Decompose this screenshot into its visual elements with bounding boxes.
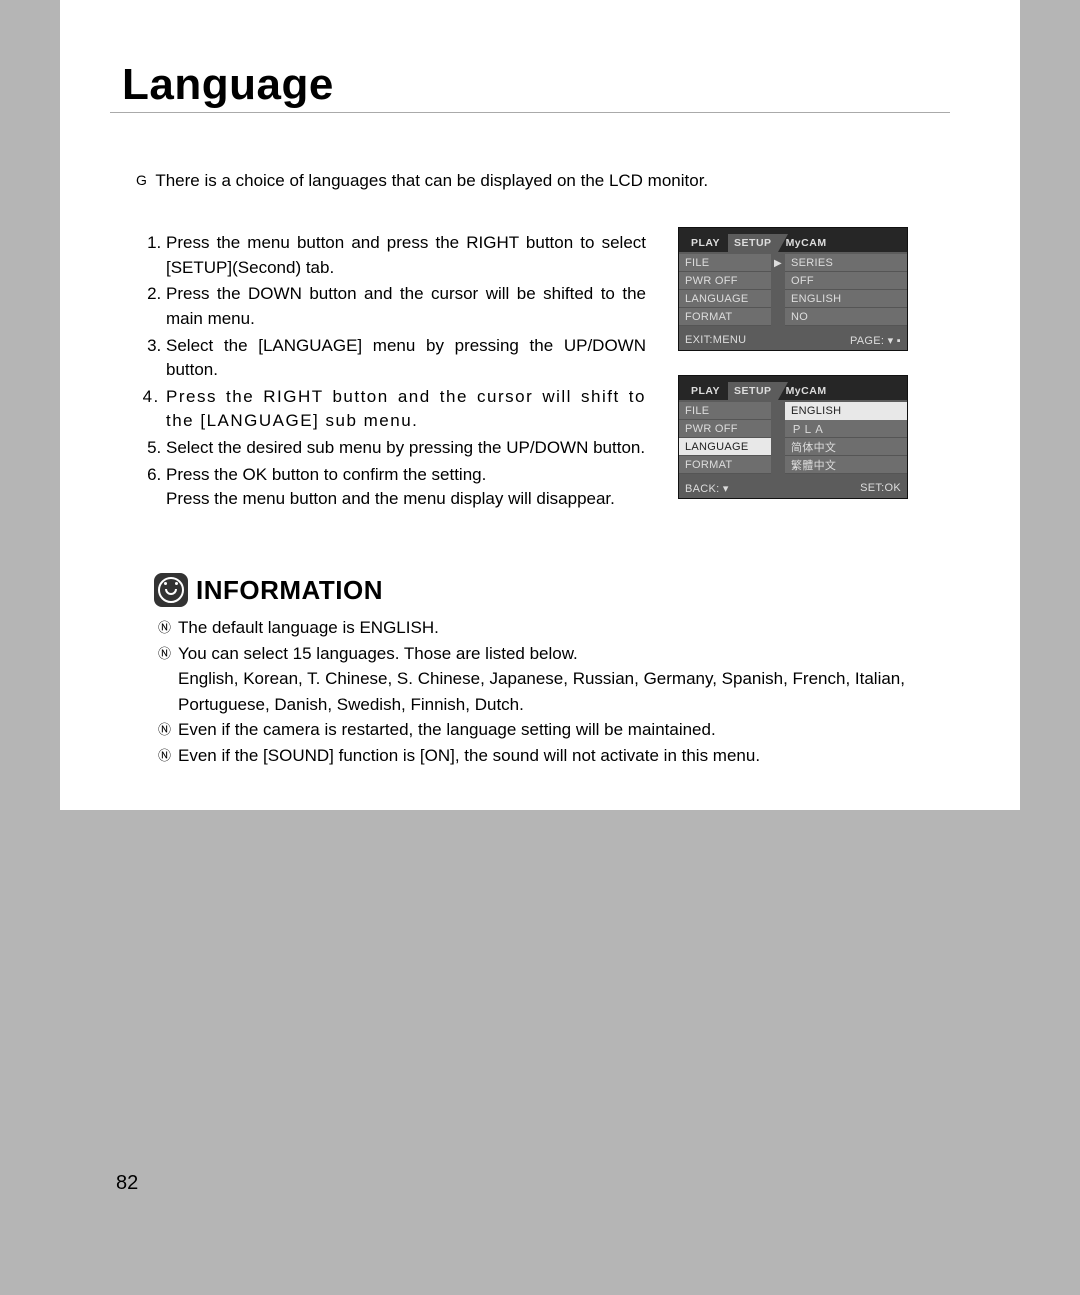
- lcd2-language-value: 简体中文: [785, 438, 907, 456]
- info-text-2-main: You can select 15 languages. Those are l…: [178, 644, 578, 663]
- lcd2-row-format: FORMAT 繁體中文: [679, 456, 907, 474]
- lcd2-file-value: ENGLISH: [785, 402, 907, 420]
- info-item-4: Ⓝ Even if the [SOUND] function is [ON], …: [158, 743, 950, 769]
- information-list: Ⓝ The default language is ENGLISH. Ⓝ You…: [158, 615, 950, 768]
- lcd2-foot-left: BACK: ▾: [685, 482, 729, 495]
- info-item-1: Ⓝ The default language is ENGLISH.: [158, 615, 950, 641]
- lcd1-format-value: NO: [785, 308, 907, 326]
- lcd1-spacer-3: [771, 308, 785, 326]
- lcd2-body: FILE ENGLISH PWR OFF ＰＬＡ LANGUAGE: [679, 400, 907, 498]
- lcd1-arrow-icon: ▶: [771, 254, 785, 272]
- lcd1-tabs: PLAY SETUP MyCAM: [679, 228, 907, 252]
- lcd2-pwroff-label: PWR OFF: [679, 420, 771, 438]
- lcd2-tabs: PLAY SETUP MyCAM: [679, 376, 907, 400]
- step-3: Select the [LANGUAGE] menu by pressing t…: [166, 334, 646, 383]
- lcd2-format-label: FORMAT: [679, 456, 771, 474]
- content-card: Language G There is a choice of language…: [60, 0, 1020, 810]
- information-title: INFORMATION: [196, 575, 383, 606]
- info-marker-icon: Ⓝ: [158, 644, 172, 721]
- lcd1-spacer-1: [771, 272, 785, 290]
- lcd1-row-file: FILE ▶ SERIES: [679, 254, 907, 272]
- lcd2-row-language: LANGUAGE 简体中文: [679, 438, 907, 456]
- lcd1-foot-right: PAGE: ▾ ▪: [850, 334, 901, 347]
- step-5: Select the desired sub menu by pressing …: [166, 436, 646, 461]
- title-bar: Language: [110, 60, 950, 123]
- lcd2-foot-right: SET:OK: [860, 482, 901, 494]
- steps-list: Press the menu button and press the RIGH…: [142, 231, 646, 512]
- lcd2-spacer-3: [771, 456, 785, 474]
- step-1: Press the menu button and press the RIGH…: [166, 231, 646, 280]
- lcd2-tab-play: PLAY: [685, 382, 726, 400]
- info-marker-icon: Ⓝ: [158, 746, 172, 772]
- info-text-1: The default language is ENGLISH.: [178, 615, 950, 641]
- content-grid: Press the menu button and press the RIGH…: [110, 209, 950, 523]
- step-6-main: Press the OK button to confirm the setti…: [166, 465, 486, 484]
- info-text-4: Even if the [SOUND] function is [ON], th…: [178, 743, 950, 769]
- information-face-icon: [154, 573, 188, 607]
- lcd1-foot-left: EXIT:MENU: [685, 334, 746, 346]
- lcd1-row-format: FORMAT NO: [679, 308, 907, 326]
- lcd2-tab-setup: SETUP: [728, 382, 778, 400]
- step-6-extra: Press the menu button and the menu displ…: [166, 487, 646, 512]
- page-title: Language: [122, 60, 950, 110]
- title-underline: [110, 112, 950, 113]
- info-marker-icon: Ⓝ: [158, 720, 172, 746]
- lcd1-language-value: ENGLISH: [785, 290, 907, 308]
- lcd1-row-language: LANGUAGE ENGLISH: [679, 290, 907, 308]
- lcd2-pwroff-value: ＰＬＡ: [785, 420, 907, 438]
- lcd2-spacer-2: [771, 438, 785, 456]
- info-text-3: Even if the camera is restarted, the lan…: [178, 717, 950, 743]
- intro-line: G There is a choice of languages that ca…: [136, 171, 950, 191]
- lcd1-tab-play: PLAY: [685, 234, 726, 252]
- step-2: Press the DOWN button and the cursor wil…: [166, 282, 646, 331]
- lcd1-file-value: SERIES: [785, 254, 907, 272]
- lcd1-footer: EXIT:MENU PAGE: ▾ ▪: [679, 330, 907, 350]
- information-header: INFORMATION: [154, 573, 950, 607]
- lcd1-language-label: LANGUAGE: [679, 290, 771, 308]
- info-language-list: English, Korean, T. Chinese, S. Chinese,…: [178, 669, 905, 714]
- page-root: Language G There is a choice of language…: [0, 0, 1080, 1295]
- lcd-screenshot-2: PLAY SETUP MyCAM FILE ENGLISH PWR OFF: [678, 375, 908, 499]
- lcd2-format-value: 繁體中文: [785, 456, 907, 474]
- info-marker-icon: Ⓝ: [158, 618, 172, 644]
- lcd2-row-pwroff: PWR OFF ＰＬＡ: [679, 420, 907, 438]
- lcd2-footer: BACK: ▾ SET:OK: [679, 478, 907, 498]
- info-item-2: Ⓝ You can select 15 languages. Those are…: [158, 641, 950, 718]
- steps-column: Press the menu button and press the RIGH…: [110, 209, 646, 514]
- intro-bullet-icon: G: [136, 172, 147, 188]
- info-item-3: Ⓝ Even if the camera is restarted, the l…: [158, 717, 950, 743]
- lcd1-pwroff-label: PWR OFF: [679, 272, 771, 290]
- lcd1-row-pwroff: PWR OFF OFF: [679, 272, 907, 290]
- lcd2-spacer-0: [771, 402, 785, 420]
- lcd-column: PLAY SETUP MyCAM FILE ▶ SERIES PWR OFF: [678, 209, 950, 523]
- lcd1-spacer-2: [771, 290, 785, 308]
- lcd1-pwroff-value: OFF: [785, 272, 907, 290]
- lcd2-spacer-1: [771, 420, 785, 438]
- lcd2-language-label: LANGUAGE: [679, 438, 771, 456]
- lcd-screenshot-1: PLAY SETUP MyCAM FILE ▶ SERIES PWR OFF: [678, 227, 908, 351]
- lcd1-tab-setup: SETUP: [728, 234, 778, 252]
- step-6: Press the OK button to confirm the setti…: [166, 463, 646, 512]
- lcd1-format-label: FORMAT: [679, 308, 771, 326]
- page-number: 82: [116, 1172, 138, 1195]
- lcd2-file-label: FILE: [679, 402, 771, 420]
- lcd1-body: FILE ▶ SERIES PWR OFF OFF LANGUAGE: [679, 252, 907, 350]
- intro-text: There is a choice of languages that can …: [155, 171, 708, 190]
- lcd1-file-label: FILE: [679, 254, 771, 272]
- lcd2-row-file: FILE ENGLISH: [679, 402, 907, 420]
- info-text-2: You can select 15 languages. Those are l…: [178, 641, 950, 718]
- step-4: Press the RIGHT button and the cursor wi…: [166, 385, 646, 434]
